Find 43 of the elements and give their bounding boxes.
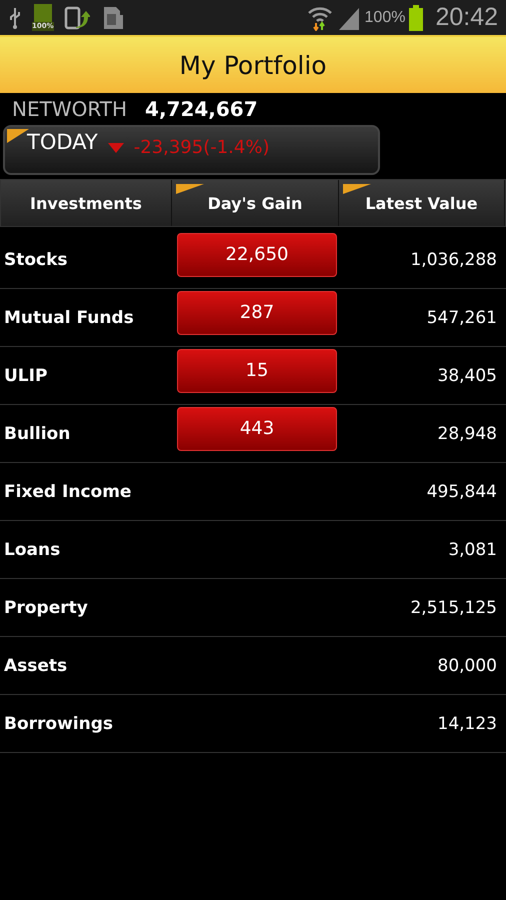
latest-value: 547,261: [426, 308, 498, 328]
latest-value: 1,036,288: [409, 250, 498, 270]
investment-name: Loans: [3, 540, 62, 560]
latest-value: 80,000: [436, 656, 498, 676]
latest-value: 3,081: [447, 540, 498, 560]
phone-upload-icon: [64, 4, 90, 30]
latest-value: 14,123: [436, 714, 498, 734]
signal-icon: [336, 6, 361, 30]
latest-value: 38,405: [436, 366, 498, 386]
column-title: Investments: [30, 194, 142, 212]
battery-icon: [409, 4, 424, 30]
change-value: -23,395(-1.4%): [134, 137, 270, 158]
gain-badge: 443: [177, 406, 337, 450]
column-header[interactable]: Day's Gain: [172, 180, 339, 226]
investment-name: Mutual Funds: [3, 308, 135, 328]
column-header[interactable]: Investments: [1, 180, 172, 226]
latest-value: 28,948: [436, 424, 498, 444]
investment-name: Assets: [3, 656, 68, 676]
investment-name: Property: [3, 598, 89, 618]
wifi-icon: [306, 4, 333, 30]
usb-icon: [8, 6, 22, 30]
column-title: Day's Gain: [208, 194, 302, 212]
investment-name: Stocks: [3, 250, 69, 270]
latest-value: 495,844: [426, 482, 498, 502]
investment-name: ULIP: [3, 366, 48, 386]
gain-badge: 22,650: [177, 232, 337, 276]
column-title: Latest Value: [365, 194, 478, 212]
clock: 20:42: [435, 3, 498, 32]
networth-label: NETWORTH: [12, 97, 128, 121]
gain-badge: 15: [177, 348, 337, 392]
investment-name: Fixed Income: [3, 482, 132, 502]
page-title: My Portfolio: [179, 50, 327, 80]
investment-name: Bullion: [3, 424, 72, 444]
corner-marker-icon: [7, 129, 29, 143]
gain-badge: 287: [177, 290, 337, 334]
battery-percent: 100%: [364, 8, 406, 26]
sim-card-icon: [102, 4, 124, 30]
period-label: TODAY: [27, 129, 98, 155]
investment-name: Borrowings: [3, 714, 114, 734]
period-selector[interactable]: TODAY -23,395(-1.4%): [3, 125, 380, 175]
latest-value: 2,515,125: [409, 598, 498, 618]
networth-value: 4,724,667: [145, 97, 258, 121]
column-header[interactable]: Latest Value: [339, 180, 505, 226]
